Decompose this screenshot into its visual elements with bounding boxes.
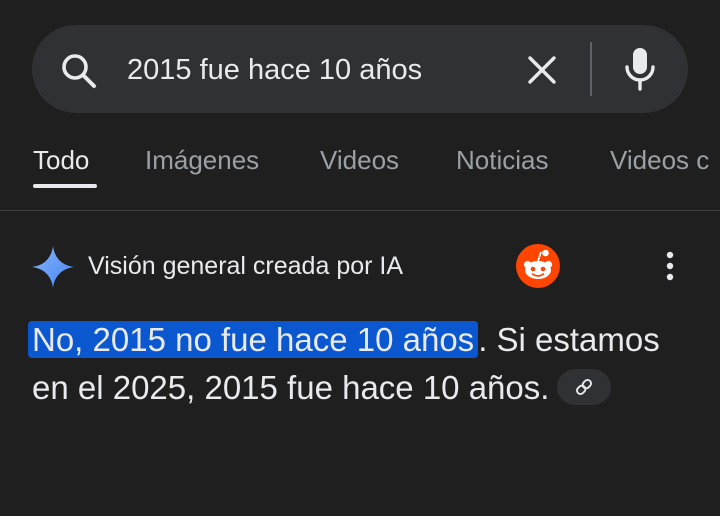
tab-imagenes[interactable]: Imágenes [145,144,259,176]
reddit-icon[interactable] [516,244,560,288]
more-vert-icon[interactable] [658,248,682,284]
active-tab-indicator [33,184,97,188]
link-icon [576,379,593,396]
close-icon[interactable] [524,52,560,88]
search-icon[interactable] [58,50,100,92]
source-link-button[interactable] [557,369,612,406]
search-input[interactable]: 2015 fue hace 10 años [127,50,487,90]
tab-todo[interactable]: Todo [33,144,89,176]
answer-highlight: No, 2015 no fue hace 10 años [28,321,479,358]
tab-videos[interactable]: Videos [320,144,399,176]
gemini-sparkle-icon [32,246,74,288]
ai-overview-answer: No, 2015 no fue hace 10 años. Si estamos… [28,316,672,412]
tab-videos-cortos[interactable]: Videos c [610,144,709,176]
search-results-page: 2015 fue hace 10 años Todo Imágenes Vide… [0,0,720,516]
tab-noticias[interactable]: Noticias [456,144,548,176]
search-tabs: Todo Imágenes Videos Noticias Videos c [0,140,720,210]
tabs-divider [0,210,720,211]
search-divider [590,42,592,96]
mic-icon[interactable] [620,45,660,93]
ai-overview-title: Visión general creada por IA [88,252,404,280]
